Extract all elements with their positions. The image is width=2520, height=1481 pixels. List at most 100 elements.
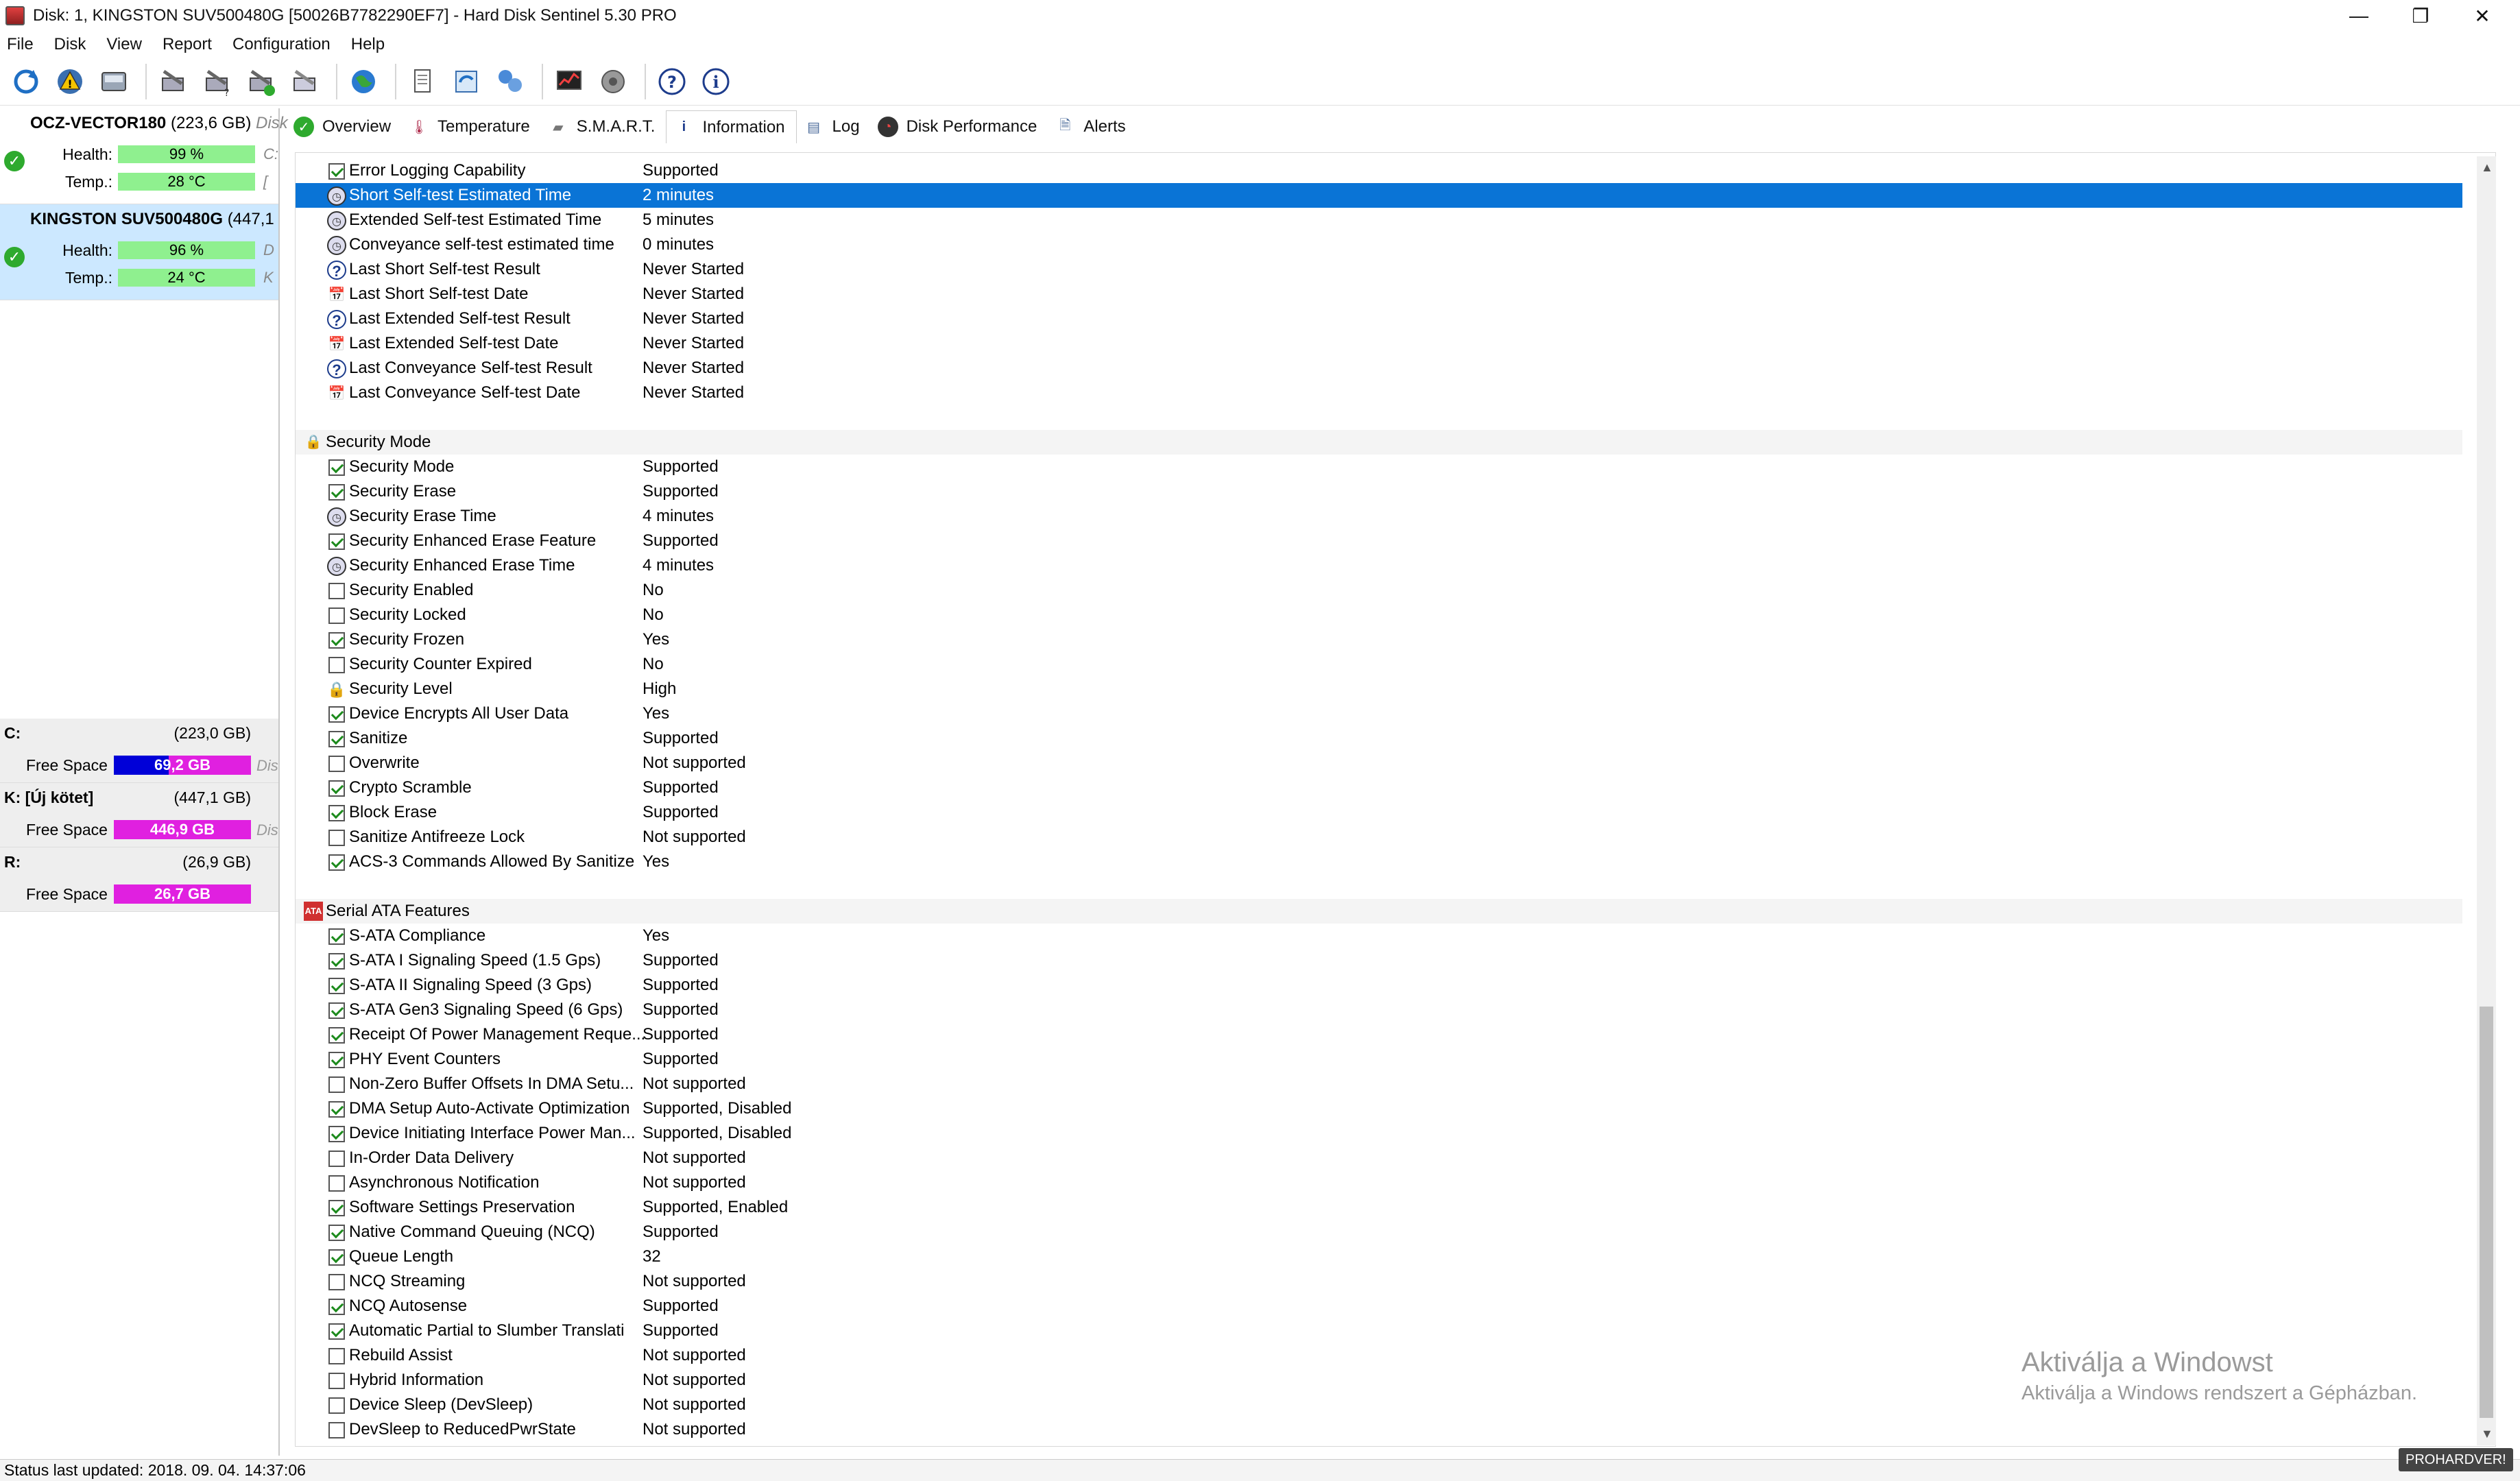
tab-alerts[interactable]: 🗎 Alerts	[1048, 110, 1136, 143]
info-row[interactable]: Overwrite Not supported	[296, 751, 2462, 775]
tab-disk-performance[interactable]: ◔ Disk Performance	[871, 110, 1048, 143]
info-row[interactable]: ◷ Extended Self-test Estimated Time 5 minu…	[296, 208, 2462, 232]
info-row[interactable]: S-ATA II Signaling Speed (3 Gps) Supporte…	[296, 973, 2462, 998]
info-row[interactable]: NCQ Streaming Not supported	[296, 1269, 2462, 1294]
info-row[interactable]: Device Encrypts All User Data Yes	[296, 701, 2462, 726]
performance-icon[interactable]	[550, 62, 588, 101]
checkbox-checked-icon	[328, 805, 345, 821]
menu-report[interactable]: Report	[163, 35, 212, 54]
section-header[interactable]: 🔒 Security Mode	[296, 430, 2462, 455]
scrollbar-thumb[interactable]	[2480, 1007, 2493, 1418]
info-row[interactable]: Device Initiating Interface Power Man...…	[296, 1121, 2462, 1146]
info-row[interactable]: DevSleep to ReducedPwrState Not supported	[296, 1417, 2462, 1442]
tab-log[interactable]: ▤ Log	[797, 110, 871, 143]
info-row[interactable]: S-ATA Gen3 Signaling Speed (6 Gps) Suppor…	[296, 998, 2462, 1022]
info-row[interactable]: Receipt Of Power Management Reque... Supp…	[296, 1022, 2462, 1047]
info-row[interactable]: Block Erase Supported	[296, 800, 2462, 825]
info-row[interactable]: 📅 Last Extended Self-test Date Never Start…	[296, 331, 2462, 356]
disk-info-icon[interactable]	[95, 62, 133, 101]
info-row[interactable]: ? Last Conveyance Self-test Result Never S…	[296, 356, 2462, 381]
volume-item-c[interactable]: C: (223,0 GB) Free Space 69,2 GB Dis	[0, 719, 278, 783]
disk-item-kingston[interactable]: KINGSTON SUV500480G (447,1 ✓ Health: 96 …	[0, 204, 278, 300]
maximize-button[interactable]: ❐	[2390, 0, 2451, 32]
info-row[interactable]: ◷ Security Erase Time 4 minutes	[296, 504, 2462, 529]
refresh-icon[interactable]	[7, 62, 45, 101]
volume-item-r[interactable]: R: (26,9 GB) Free Space 26,7 GB	[0, 847, 278, 912]
menu-configuration[interactable]: Configuration	[232, 35, 331, 54]
info-row[interactable]: Security Locked No	[296, 603, 2462, 627]
info-row[interactable]: ◷ Security Enhanced Erase Time 4 minutes	[296, 553, 2462, 578]
scroll-up-icon[interactable]: ▲	[2481, 160, 2493, 175]
info-row[interactable]: Security Mode Supported	[296, 455, 2462, 479]
info-row[interactable]: Error Logging Capability Supported	[296, 158, 2462, 183]
info-row[interactable]: Native Command Queuing (NCQ) Supported	[296, 1220, 2462, 1244]
disk-item-ocz[interactable]: OCZ-VECTOR180 (223,6 GB) Disk ✓ Health: …	[0, 108, 288, 204]
send-report-icon[interactable]	[447, 62, 485, 101]
about-icon[interactable]: i	[697, 62, 735, 101]
close-button[interactable]: ✕	[2451, 0, 2513, 32]
checkbox-checked-icon	[328, 928, 345, 945]
tab-overview[interactable]: ✓ Overview	[287, 110, 402, 143]
tab-smart[interactable]: ▰ S.M.A.R.T.	[541, 110, 667, 143]
info-row[interactable]: Sanitize Supported	[296, 726, 2462, 751]
info-row[interactable]: ? Last Extended Self-test Result Never Sta…	[296, 306, 2462, 331]
info-row[interactable]: S-ATA Compliance Yes	[296, 924, 2462, 948]
test-disk-icon[interactable]	[154, 62, 192, 101]
info-row[interactable]: PHY Event Counters Supported	[296, 1047, 2462, 1072]
info-row[interactable]: Non-Zero Buffer Offsets In DMA Setu... No…	[296, 1072, 2462, 1096]
info-label: Sanitize	[349, 729, 408, 747]
info-row[interactable]: S-ATA I Signaling Speed (1.5 Gps) Support…	[296, 948, 2462, 973]
report-icon[interactable]	[403, 62, 442, 101]
menu-view[interactable]: View	[106, 35, 142, 54]
vertical-scrollbar[interactable]: ▲ ▼	[2477, 156, 2496, 1445]
info-row[interactable]: Security Frozen Yes	[296, 627, 2462, 652]
info-row[interactable]: ? Last Short Self-test Result Never Starte…	[296, 257, 2462, 282]
info-row[interactable]: Software Settings Preservation Supported,…	[296, 1195, 2462, 1220]
volume-item-k[interactable]: K: [Új kötet] (447,1 GB) Free Space 446,…	[0, 783, 278, 847]
tab-information[interactable]: i Information	[666, 110, 797, 143]
info-row[interactable]: Security Enabled No	[296, 578, 2462, 603]
info-row[interactable]: Security Erase Supported	[296, 479, 2462, 504]
tab-temperature[interactable]: 🌡 Temperature	[402, 110, 541, 143]
globe-icon[interactable]	[344, 62, 383, 101]
warning-disk-icon[interactable]: !	[51, 62, 89, 101]
info-row[interactable]: 🔒 Security Level High	[296, 677, 2462, 701]
info-row[interactable]: Sanitize Antifreeze Lock Not supported	[296, 825, 2462, 850]
info-row[interactable]: Crypto Scramble Supported	[296, 775, 2462, 800]
info-row[interactable]: Security Counter Expired No	[296, 652, 2462, 677]
selftest-check-icon[interactable]	[241, 62, 280, 101]
info-row[interactable]: ACS-3 Commands Allowed By Sanitize Yes	[296, 850, 2462, 874]
info-row[interactable]: Security Enhanced Erase Feature Supported	[296, 529, 2462, 553]
checkbox-unchecked-icon	[328, 1076, 345, 1093]
info-value: Supported	[643, 161, 719, 180]
network-icon[interactable]	[491, 62, 529, 101]
info-row[interactable]: ◷ Conveyance self-test estimated time 0 mi…	[296, 232, 2462, 257]
info-row[interactable]: Automatic Partial to Slumber Translati Su…	[296, 1319, 2462, 1343]
scroll-down-icon[interactable]: ▼	[2481, 1427, 2493, 1441]
info-row[interactable]: 📅 Last Short Self-test Date Never Started	[296, 282, 2462, 306]
info-row[interactable]: Asynchronous Notification Not supported	[296, 1170, 2462, 1195]
checkbox-unchecked-icon	[328, 1151, 345, 1167]
info-value: Yes	[643, 926, 670, 945]
sound-icon[interactable]	[594, 62, 632, 101]
menu-disk[interactable]: Disk	[54, 35, 86, 54]
info-row[interactable]: NCQ Autosense Supported	[296, 1294, 2462, 1319]
menu-help[interactable]: Help	[351, 35, 385, 54]
info-row[interactable]: ◷ Short Self-test Estimated Time 2 minutes	[296, 183, 2462, 208]
disk-icon: ▰	[553, 119, 564, 135]
clock-icon: ◷	[327, 507, 346, 527]
info-label: ACS-3 Commands Allowed By Sanitize	[349, 852, 635, 871]
minimize-button[interactable]: —	[2328, 0, 2390, 32]
info-value: Supported	[643, 1223, 719, 1241]
menu-file[interactable]: File	[7, 35, 34, 54]
info-value: Supported, Disabled	[643, 1124, 792, 1142]
info-row[interactable]: 📅 Last Conveyance Self-test Date Never Sta…	[296, 381, 2462, 405]
info-row[interactable]: In-Order Data Delivery Not supported	[296, 1146, 2462, 1170]
help-icon[interactable]: ?	[653, 62, 691, 101]
section-header[interactable]: ATA Serial ATA Features	[296, 899, 2462, 924]
info-label: Overwrite	[349, 754, 420, 772]
selftest-icon[interactable]	[285, 62, 324, 101]
surface-test-icon[interactable]: ?	[197, 62, 236, 101]
info-row[interactable]: Queue Length 32	[296, 1244, 2462, 1269]
info-row[interactable]: DMA Setup Auto-Activate Optimization Supp…	[296, 1096, 2462, 1121]
